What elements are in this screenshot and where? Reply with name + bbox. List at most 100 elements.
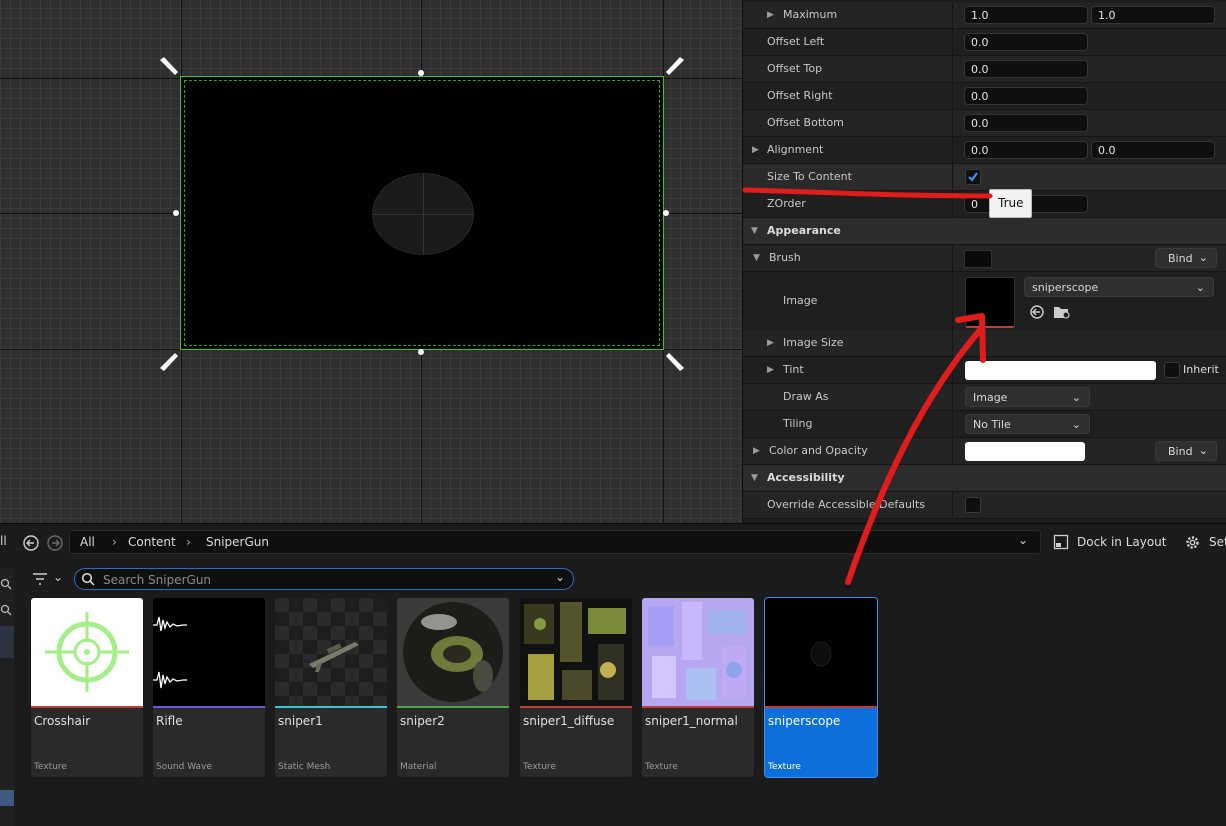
size-to-content-checkbox[interactable]	[965, 169, 981, 185]
anchor-corner-icon[interactable]	[158, 352, 178, 372]
chevron-down-icon[interactable]: ⌄	[1018, 533, 1028, 547]
resize-handle-left[interactable]	[173, 210, 179, 216]
offset-left-field[interactable]: 0.0	[964, 33, 1088, 51]
back-arrow-icon[interactable]	[22, 534, 40, 552]
anchor-corner-icon[interactable]	[666, 352, 686, 372]
color-bind-button[interactable]: Bind ⌄	[1155, 441, 1217, 461]
collapse-arrow-icon[interactable]: ▼	[751, 473, 758, 483]
resize-handle-top[interactable]	[418, 70, 424, 76]
tint-color-swatch[interactable]	[965, 361, 1156, 380]
image-asset-picker[interactable]: sniperscope ⌄	[1024, 277, 1214, 297]
asset-tile-crosshair[interactable]: Crosshair Texture	[31, 598, 143, 777]
offset-right-field[interactable]: 0.0	[964, 87, 1088, 105]
asset-tile-sniper2[interactable]: sniper2 Material	[397, 598, 509, 777]
asset-type: Sound Wave	[156, 762, 212, 772]
expand-arrow-icon[interactable]: ▶	[767, 365, 774, 375]
gear-icon[interactable]	[1184, 534, 1201, 551]
breadcrumb: All › Content › SniperGun ⌄	[69, 530, 1041, 554]
override-accessible-checkbox[interactable]	[965, 497, 981, 513]
asset-type: Material	[400, 762, 437, 772]
asset-tile-sniper1-normal[interactable]: sniper1_normal Texture	[642, 598, 754, 777]
offset-bottom-field[interactable]: 0.0	[964, 114, 1088, 132]
settings-button[interactable]: Set	[1209, 535, 1226, 549]
rifle-mesh-thumbnail-icon	[309, 642, 359, 672]
row-label: Color and Opacity	[769, 444, 868, 457]
row-image: Image sniperscope ⌄	[743, 272, 1226, 335]
anchor-corner-icon[interactable]	[158, 56, 178, 76]
breadcrumb-item[interactable]: Content	[128, 535, 176, 549]
resize-handle-bottom[interactable]	[418, 349, 424, 355]
image-thumbnail[interactable]	[965, 277, 1015, 328]
asset-tile-rifle[interactable]: Rifle Sound Wave	[153, 598, 265, 777]
expand-arrow-icon[interactable]: ▶	[752, 145, 759, 155]
collapse-arrow-icon[interactable]: ▼	[751, 226, 758, 236]
designer-viewport[interactable]	[0, 0, 742, 523]
row-brush: ▼ Brush Bind ⌄	[743, 245, 1226, 272]
chevron-down-icon: ⌄	[1198, 444, 1208, 457]
color-opacity-swatch[interactable]	[965, 442, 1085, 461]
content-browser: ll All › Content › SniperGun ⌄ Dock in L…	[0, 523, 1226, 826]
folder-tree-highlight[interactable]	[0, 790, 14, 806]
row-label: Tint	[783, 363, 804, 376]
chevron-down-icon: ⌄	[1198, 251, 1208, 264]
collapse-arrow-icon[interactable]: ▼	[753, 253, 760, 263]
search-icon[interactable]	[0, 604, 12, 616]
chevron-down-icon[interactable]: ⌄	[53, 570, 63, 584]
expand-arrow-icon[interactable]: ▶	[753, 446, 760, 456]
asset-tile-sniperscope[interactable]: sniperscope Texture	[764, 597, 878, 778]
maximum-y-field[interactable]: 1.0	[1091, 6, 1215, 24]
row-label: Alignment	[767, 143, 824, 156]
folder-tree-selected[interactable]	[0, 626, 14, 658]
breadcrumb-separator-icon: ›	[112, 535, 117, 549]
row-tiling: Tiling No Tile ⌄	[743, 411, 1226, 438]
asset-tile-sniper1-diffuse[interactable]: sniper1_diffuse Texture	[520, 598, 632, 777]
asset-name: Rifle	[156, 714, 183, 728]
forward-arrow-icon[interactable]	[46, 534, 64, 552]
maximum-x-field[interactable]: 1.0	[964, 6, 1088, 24]
row-label: Image Size	[783, 336, 844, 349]
draw-as-dropdown[interactable]: Image ⌄	[965, 387, 1090, 407]
asset-tile-sniper1[interactable]: sniper1 Static Mesh	[275, 598, 387, 777]
row-label: Brush	[769, 251, 801, 264]
diffuse-texture-thumbnail-icon	[524, 602, 626, 700]
row-label: ZOrder	[767, 197, 806, 210]
dock-layout-icon	[1053, 534, 1069, 550]
search-input[interactable]	[101, 571, 535, 589]
browse-folder-icon[interactable]	[1053, 304, 1071, 320]
breadcrumb-item[interactable]: SniperGun	[206, 535, 269, 549]
asset-type-color-bar	[642, 706, 754, 708]
use-selected-asset-icon[interactable]	[1029, 304, 1045, 320]
scope-texture-thumbnail-icon	[810, 641, 832, 667]
alignment-y-field[interactable]: 0.0	[1091, 141, 1215, 159]
brush-bind-button[interactable]: Bind ⌄	[1155, 248, 1217, 268]
breadcrumb-item[interactable]: All	[80, 535, 95, 549]
row-offset-bottom: Offset Bottom 0.0	[743, 110, 1226, 137]
filter-icon[interactable]	[32, 572, 50, 586]
asset-name: sniper1_normal	[645, 714, 738, 728]
tiling-dropdown[interactable]: No Tile ⌄	[965, 414, 1090, 434]
search-icon	[81, 572, 95, 586]
section-title: Accessibility	[767, 471, 845, 484]
offset-top-field[interactable]: 0.0	[964, 60, 1088, 78]
row-label: Tiling	[783, 417, 813, 430]
inherit-checkbox[interactable]	[1164, 362, 1180, 378]
section-accessibility[interactable]: ▼ Accessibility	[743, 465, 1226, 492]
row-alignment: ▶ Alignment 0.0 0.0	[743, 137, 1226, 164]
sources-collapsed-strip[interactable]	[0, 568, 14, 826]
chevron-down-icon[interactable]: ⌄	[555, 570, 565, 584]
brush-preview-swatch[interactable]	[964, 250, 992, 268]
expand-arrow-icon[interactable]: ▶	[767, 338, 774, 348]
image-asset-name: sniperscope	[1032, 281, 1099, 294]
search-box[interactable]: ⌄	[74, 568, 574, 590]
details-panel: ▶ Maximum 1.0 1.0 Offset Left 0.0 Offset…	[742, 0, 1226, 523]
asset-thumbnail	[153, 598, 265, 706]
row-draw-as: Draw As Image ⌄	[743, 384, 1226, 411]
anchor-corner-icon[interactable]	[666, 56, 686, 76]
alignment-x-field[interactable]: 0.0	[964, 141, 1088, 159]
image-widget[interactable]	[180, 76, 664, 350]
dock-in-layout-button[interactable]: Dock in Layout	[1077, 535, 1167, 549]
resize-handle-right[interactable]	[663, 210, 669, 216]
section-appearance[interactable]: ▼ Appearance	[743, 218, 1226, 245]
normal-map-thumbnail-icon	[648, 602, 746, 700]
expand-arrow-icon[interactable]: ▶	[767, 10, 774, 20]
